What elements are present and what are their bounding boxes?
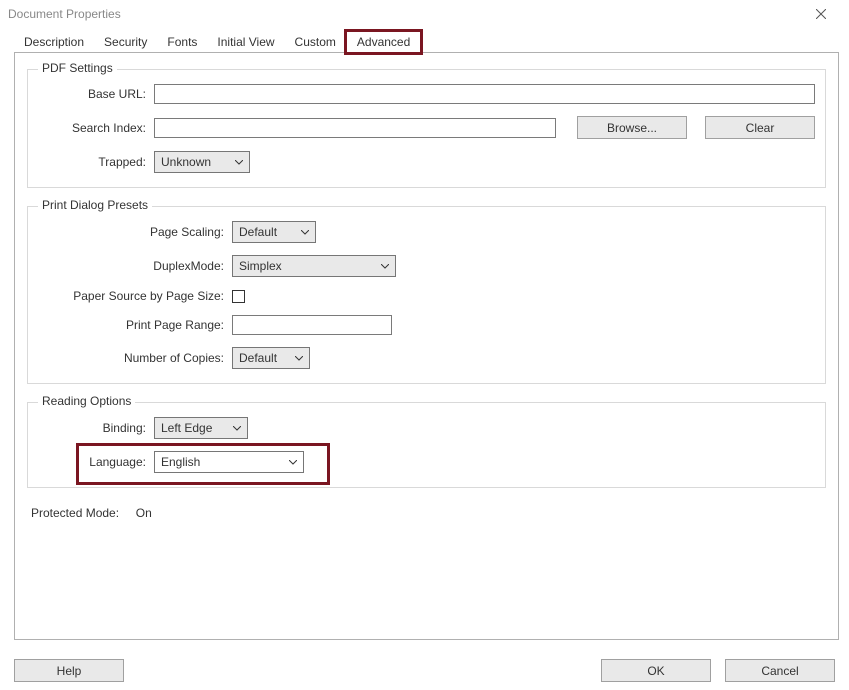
combo-language[interactable]: English (154, 451, 304, 473)
dialog-footer: Help OK Cancel (0, 659, 849, 682)
combo-binding-text: Left Edge (161, 421, 229, 435)
combo-language-text: English (161, 455, 285, 469)
label-num-copies: Number of Copies: (38, 351, 232, 365)
label-binding: Binding: (38, 421, 154, 435)
tab-strip: Description Security Fonts Initial View … (0, 28, 849, 52)
value-protected-mode: On (136, 506, 152, 520)
combo-duplex-mode-text: Simplex (239, 259, 377, 273)
input-base-url[interactable] (154, 84, 815, 104)
legend-print-presets: Print Dialog Presets (38, 198, 152, 212)
combo-page-scaling[interactable]: Default (232, 221, 316, 243)
close-button[interactable] (801, 0, 841, 28)
label-print-page-range: Print Page Range: (38, 318, 232, 332)
combo-trapped-text: Unknown (161, 155, 231, 169)
label-base-url: Base URL: (38, 87, 154, 101)
cancel-button[interactable]: Cancel (725, 659, 835, 682)
combo-page-scaling-text: Default (239, 225, 297, 239)
tab-security[interactable]: Security (94, 32, 157, 52)
tab-fonts[interactable]: Fonts (157, 32, 207, 52)
chevron-down-icon (377, 264, 393, 269)
combo-binding[interactable]: Left Edge (154, 417, 248, 439)
label-trapped: Trapped: (38, 155, 154, 169)
combo-duplex-mode[interactable]: Simplex (232, 255, 396, 277)
tab-advanced[interactable]: Advanced (346, 31, 421, 53)
tab-initial-view[interactable]: Initial View (207, 32, 284, 52)
label-duplex-mode: DuplexMode: (38, 259, 232, 273)
input-search-index[interactable] (154, 118, 556, 138)
clear-button[interactable]: Clear (705, 116, 815, 139)
chevron-down-icon (229, 426, 245, 431)
group-pdf-settings: PDF Settings Base URL: Search Index: Bro… (27, 69, 826, 188)
protected-mode-row: Protected Mode: On (31, 506, 822, 520)
label-search-index: Search Index: (38, 121, 154, 135)
tab-description[interactable]: Description (14, 32, 94, 52)
legend-pdf-settings: PDF Settings (38, 61, 117, 75)
group-print-presets: Print Dialog Presets Page Scaling: Defau… (27, 206, 826, 384)
chevron-down-icon (285, 460, 301, 465)
chevron-down-icon (297, 230, 313, 235)
combo-trapped[interactable]: Unknown (154, 151, 250, 173)
chevron-down-icon (231, 160, 247, 165)
label-protected-mode: Protected Mode: (31, 506, 119, 520)
combo-num-copies[interactable]: Default (232, 347, 310, 369)
tab-custom[interactable]: Custom (285, 32, 346, 52)
help-button[interactable]: Help (14, 659, 124, 682)
legend-reading-options: Reading Options (38, 394, 135, 408)
browse-button[interactable]: Browse... (577, 116, 687, 139)
advanced-panel: PDF Settings Base URL: Search Index: Bro… (14, 52, 839, 640)
group-reading-options: Reading Options Binding: Left Edge Langu… (27, 402, 826, 488)
ok-button[interactable]: OK (601, 659, 711, 682)
checkbox-paper-source[interactable] (232, 290, 245, 303)
titlebar: Document Properties (0, 0, 849, 28)
chevron-down-icon (291, 356, 307, 361)
combo-num-copies-text: Default (239, 351, 291, 365)
label-paper-source: Paper Source by Page Size: (38, 289, 232, 303)
input-print-page-range[interactable] (232, 315, 392, 335)
label-page-scaling: Page Scaling: (38, 225, 232, 239)
label-language: Language: (38, 455, 154, 469)
window-title: Document Properties (8, 7, 801, 21)
